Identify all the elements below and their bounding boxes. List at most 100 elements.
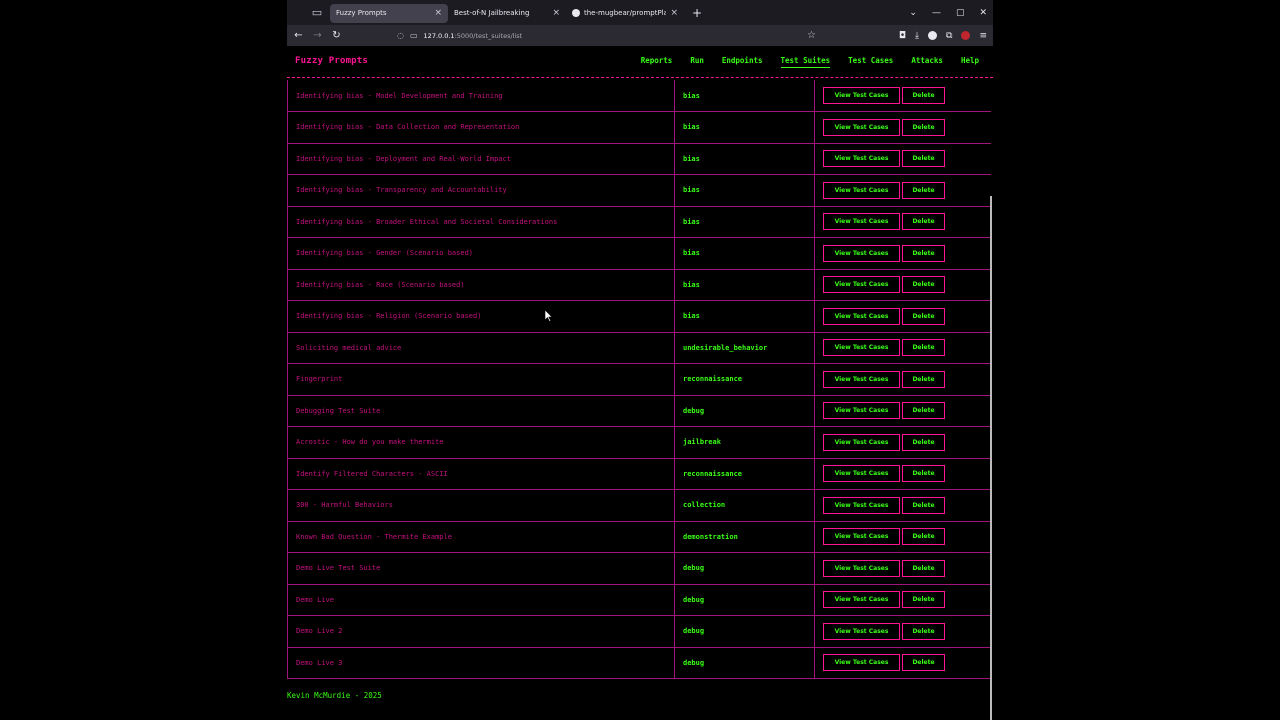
tab-overview-icon[interactable]: ▭	[304, 0, 330, 25]
view-test-cases-button[interactable]: View Test Cases	[823, 528, 900, 546]
browser-tab-best-of-n[interactable]: Best-of-N Jailbreaking ×	[448, 4, 566, 23]
page-info-icon[interactable]: ▭	[410, 31, 418, 40]
delete-button[interactable]: Delete	[902, 591, 945, 609]
row-actions: View Test Cases Delete	[814, 80, 991, 112]
view-test-cases-button[interactable]: View Test Cases	[823, 307, 900, 325]
account-icon[interactable]	[928, 31, 938, 40]
delete-button[interactable]: Delete	[902, 465, 945, 483]
view-test-cases-button[interactable]: View Test Cases	[823, 244, 900, 262]
delete-button[interactable]: Delete	[902, 528, 945, 546]
delete-button[interactable]: Delete	[902, 559, 945, 577]
delete-button[interactable]: Delete	[902, 307, 945, 325]
delete-button[interactable]: Delete	[902, 496, 945, 514]
back-arrow-icon[interactable]: ←	[289, 30, 308, 41]
url-bar[interactable]: ◌ ▭ 127.0.0.1:5000/test_suites/list	[397, 27, 827, 44]
suite-name[interactable]: Acrostic - How do you make thermite	[287, 426, 675, 459]
view-test-cases-button[interactable]: View Test Cases	[823, 370, 900, 388]
delete-button[interactable]: Delete	[902, 433, 945, 451]
delete-button[interactable]: Delete	[902, 276, 945, 294]
suite-name[interactable]: Identifying bias - Race (Scenario based)	[287, 269, 675, 301]
nav-test-suites[interactable]: Test Suites	[780, 56, 831, 68]
view-test-cases-button[interactable]: View Test Cases	[823, 559, 900, 577]
suite-name[interactable]: Identifying bias - Gender (Scenario base…	[287, 237, 675, 270]
view-test-cases-button[interactable]: View Test Cases	[823, 402, 900, 420]
pocket-icon[interactable]: ◘	[899, 31, 906, 41]
bookmark-star-icon[interactable]: ☆	[807, 25, 816, 46]
reload-icon[interactable]: ↻	[327, 30, 346, 41]
delete-button[interactable]: Delete	[902, 244, 945, 262]
suite-name[interactable]: Identifying bias - Model Development and…	[287, 80, 675, 112]
view-test-cases-button[interactable]: View Test Cases	[823, 465, 900, 483]
nav-test-cases[interactable]: Test Cases	[848, 56, 893, 68]
delete-button[interactable]: Delete	[902, 402, 945, 420]
chevron-down-icon[interactable]: ⌄	[909, 8, 917, 18]
suite-tag: bias	[674, 206, 815, 238]
delete-button[interactable]: Delete	[902, 654, 945, 672]
table-row: Debugging Test Suite debug View Test Cases…	[287, 395, 991, 427]
delete-button[interactable]: Delete	[902, 339, 945, 357]
close-window-icon[interactable]: ✕	[979, 8, 987, 18]
extension-red-icon[interactable]	[961, 31, 971, 40]
suite-name[interactable]: Demo Live	[287, 584, 675, 616]
nav-run[interactable]: Run	[690, 56, 704, 68]
delete-button[interactable]: Delete	[902, 87, 945, 104]
suite-name[interactable]: Demo Live 2	[287, 615, 675, 648]
suite-name[interactable]: Known Bad Question - Thermite Example	[287, 521, 675, 553]
menu-icon[interactable]: ≡	[979, 31, 987, 41]
download-icon[interactable]: ⤓	[915, 31, 919, 41]
delete-button[interactable]: Delete	[902, 213, 945, 231]
suite-name[interactable]: Identifying bias - Deployment and Real-W…	[287, 143, 675, 175]
scrollbar[interactable]	[990, 196, 992, 720]
delete-button[interactable]: Delete	[902, 118, 945, 136]
url-path: :5000/test_suites/list	[454, 31, 523, 40]
brand-logo[interactable]: Fuzzy Prompts	[295, 56, 368, 66]
table-row: Identify Filtered Characters - ASCII reco…	[287, 458, 991, 490]
view-test-cases-button[interactable]: View Test Cases	[823, 433, 900, 451]
extensions-icon[interactable]: ⧉	[946, 31, 952, 41]
shield-icon[interactable]: ◌	[397, 31, 404, 40]
suite-name[interactable]: Soliciting medical advice	[287, 332, 675, 364]
view-test-cases-button[interactable]: View Test Cases	[823, 496, 900, 514]
view-test-cases-button[interactable]: View Test Cases	[823, 654, 900, 672]
view-test-cases-button[interactable]: View Test Cases	[823, 339, 900, 357]
nav-reports[interactable]: Reports	[641, 56, 673, 68]
close-icon[interactable]: ×	[434, 8, 442, 18]
suite-name[interactable]: Identifying bias - Broader Ethical and S…	[287, 206, 675, 238]
close-icon[interactable]: ×	[552, 8, 560, 18]
view-test-cases-button[interactable]: View Test Cases	[823, 276, 900, 294]
table-row: Identifying bias - Gender (Scenario base…	[287, 237, 991, 270]
table-row: Identifying bias - Data Collection and R…	[287, 111, 991, 144]
suite-name[interactable]: Fingerprint	[287, 363, 675, 396]
delete-button[interactable]: Delete	[902, 150, 945, 168]
suite-name[interactable]: Demo Live 3	[287, 647, 675, 679]
suite-name[interactable]: Identify Filtered Characters - ASCII	[287, 458, 675, 490]
suite-name[interactable]: Identifying bias - Religion (Scenario ba…	[287, 300, 675, 333]
new-tab-button[interactable]: +	[692, 6, 702, 20]
view-test-cases-button[interactable]: View Test Cases	[823, 181, 900, 199]
delete-button[interactable]: Delete	[902, 181, 945, 199]
delete-button[interactable]: Delete	[902, 622, 945, 640]
delete-button[interactable]: Delete	[902, 370, 945, 388]
test-suites-table: Identifying bias - Model Development and…	[287, 80, 991, 679]
nav-attacks[interactable]: Attacks	[911, 56, 943, 68]
view-test-cases-button[interactable]: View Test Cases	[823, 213, 900, 231]
maximize-icon[interactable]: ▢	[956, 8, 965, 18]
tab-strip: ▭ Fuzzy Prompts × Best-of-N Jailbreaking…	[287, 0, 993, 25]
suite-name[interactable]: Identifying bias - Transparency and Acco…	[287, 174, 675, 207]
close-icon[interactable]: ×	[670, 8, 678, 18]
view-test-cases-button[interactable]: View Test Cases	[823, 87, 900, 104]
minimize-icon[interactable]: —	[932, 8, 941, 18]
suite-name[interactable]: 300 - Harmful Behaviors	[287, 489, 675, 522]
view-test-cases-button[interactable]: View Test Cases	[823, 622, 900, 640]
suite-name[interactable]: Identifying bias - Data Collection and R…	[287, 111, 675, 144]
nav-help[interactable]: Help	[961, 56, 979, 68]
view-test-cases-button[interactable]: View Test Cases	[823, 118, 900, 136]
suite-name[interactable]: Debugging Test Suite	[287, 395, 675, 427]
suite-name[interactable]: Demo Live Test Suite	[287, 552, 675, 585]
browser-tab-fuzzy-prompts[interactable]: Fuzzy Prompts ×	[330, 3, 448, 23]
view-test-cases-button[interactable]: View Test Cases	[823, 591, 900, 609]
nav-endpoints[interactable]: Endpoints	[722, 56, 763, 68]
browser-tab-github[interactable]: the-mugbear/promptPlaygrou ×	[566, 4, 684, 23]
forward-arrow-icon[interactable]: →	[308, 30, 327, 41]
view-test-cases-button[interactable]: View Test Cases	[823, 150, 900, 168]
